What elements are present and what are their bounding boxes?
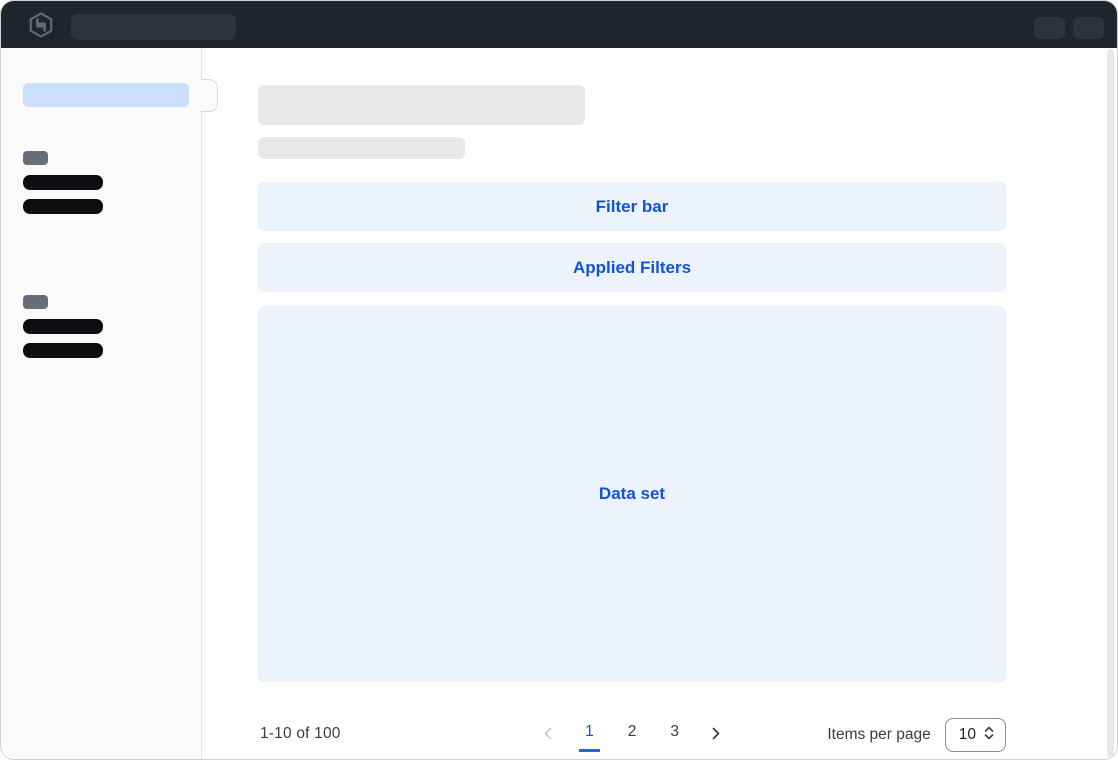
sidebar-group-label-skeleton (23, 295, 48, 309)
sidebar-item-skeleton[interactable] (23, 319, 103, 334)
vertical-scrollbar[interactable] (1107, 49, 1114, 758)
page-title-skeleton (258, 85, 585, 125)
filter-bar-label: Filter bar (596, 197, 669, 217)
sidebar (1, 48, 202, 760)
topbar-action-skeleton-1[interactable] (1034, 17, 1065, 39)
applied-filters-placeholder[interactable]: Applied Filters (258, 243, 1006, 292)
search-input-skeleton[interactable] (71, 14, 236, 40)
main-content: Filter bar Applied Filters Data set 1-10… (258, 48, 1006, 760)
sidebar-item-skeleton[interactable] (23, 343, 103, 358)
chevron-right-icon[interactable] (707, 714, 725, 752)
pagination-bar: 1-10 of 100 1 2 3 Items per page (258, 706, 1006, 760)
app-window: Filter bar Applied Filters Data set 1-10… (0, 0, 1118, 760)
top-nav-bar (1, 1, 1117, 48)
applied-filters-label: Applied Filters (573, 258, 691, 278)
sidebar-item-skeleton[interactable] (23, 175, 103, 190)
page-button-1[interactable]: 1 (579, 714, 600, 752)
page-subtitle-skeleton (258, 137, 465, 159)
hashicorp-logo-icon (28, 12, 54, 38)
topbar-action-skeleton-2[interactable] (1073, 17, 1104, 39)
data-set-label: Data set (599, 484, 665, 504)
items-per-page-value: 10 (959, 726, 976, 744)
items-per-page-control: Items per page 10 (827, 718, 1006, 752)
chevron-left-icon[interactable] (539, 714, 557, 752)
data-set-placeholder[interactable]: Data set (258, 306, 1006, 682)
page-button-2[interactable]: 2 (622, 714, 643, 752)
sidebar-item-skeleton[interactable] (23, 199, 103, 214)
sidebar-group-label-skeleton (23, 151, 48, 165)
sidebar-active-item-skeleton[interactable] (23, 83, 189, 107)
sidebar-collapse-handle[interactable] (201, 79, 218, 112)
items-per-page-label: Items per page (827, 726, 930, 744)
filter-bar-placeholder[interactable]: Filter bar (258, 182, 1006, 231)
page-button-3[interactable]: 3 (664, 714, 685, 752)
chevrons-up-down-icon (983, 725, 995, 746)
items-per-page-select[interactable]: 10 (945, 718, 1006, 752)
